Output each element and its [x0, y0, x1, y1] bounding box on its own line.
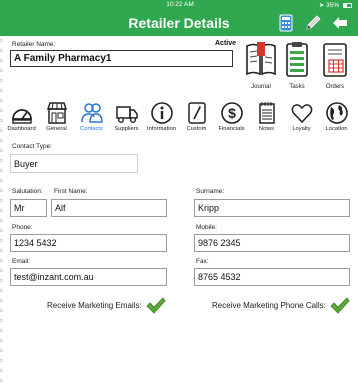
tab-location[interactable]: Location: [319, 100, 354, 134]
orders-icon: [323, 43, 347, 77]
dashboard-icon: [12, 109, 32, 124]
edit-pencil-icon[interactable]: [304, 14, 322, 32]
tab-dashboard[interactable]: Dashboard: [4, 100, 39, 134]
status-bar: 10:22 AM ➤ 35%: [0, 0, 358, 10]
tab-information[interactable]: Information: [144, 100, 179, 134]
battery-icon: [343, 2, 352, 8]
phone-label: Phone:: [12, 224, 33, 231]
svg-text:$: $: [228, 105, 236, 121]
email-label: Email:: [12, 258, 31, 265]
mobile-label: Mobile:: [196, 224, 217, 231]
fax-label: Fax:: [196, 258, 209, 265]
globe-icon: [326, 102, 348, 124]
tasks-button[interactable]: Tasks: [279, 40, 315, 96]
tab-general[interactable]: General: [39, 100, 74, 134]
status-indicators: ➤ 35%: [319, 1, 352, 9]
truck-icon: [116, 106, 138, 124]
back-arrow-icon[interactable]: [331, 14, 349, 32]
surname-label: Surname:: [196, 188, 225, 195]
tab-custom[interactable]: Custom: [179, 100, 214, 134]
custom-icon: [188, 102, 206, 124]
orders-button[interactable]: Orders: [317, 40, 353, 96]
status-badge: Active: [215, 40, 237, 47]
marketing-calls-checkmark-icon[interactable]: [330, 297, 350, 314]
marketing-emails-checkmark-icon[interactable]: [146, 297, 166, 314]
storefront-icon: [46, 102, 68, 124]
status-time: 10:22 AM: [166, 1, 194, 8]
fax-field[interactable]: 8765 4532: [194, 268, 350, 286]
battery-percent: 35%: [326, 2, 340, 9]
dollar-icon: $: [221, 102, 243, 124]
tab-notes[interactable]: Notes: [249, 100, 284, 134]
calculator-icon[interactable]: [277, 14, 295, 32]
email-field[interactable]: test@inzant.com.au: [10, 268, 167, 286]
first-name-field[interactable]: Alf: [51, 199, 167, 217]
mobile-field[interactable]: 9876 2345: [194, 234, 350, 252]
tool-label: Tasks: [289, 84, 305, 90]
surname-field[interactable]: Kripp: [194, 199, 350, 217]
info-icon: [151, 102, 173, 124]
journal-button[interactable]: Journal: [243, 40, 279, 96]
phone-field[interactable]: 1234 5432: [10, 234, 167, 252]
tab-suppliers[interactable]: Suppliers: [109, 100, 144, 134]
marketing-calls-label: Receive Marketing Phone Calls:: [212, 301, 326, 310]
salutation-label: Salutation:: [12, 188, 43, 195]
section-tab-bar: Dashboard General Contacts Suppliers Inf…: [4, 100, 358, 134]
retailer-name-field[interactable]: A Family Pharmacy1: [10, 50, 233, 67]
contacts-icon: [81, 103, 103, 123]
notes-icon: [259, 102, 275, 124]
notebook-spiral: ɔɔɔɔ ɔɔɔɔ ɔɔɔɔ ɔɔɔɔ ɔɔɔɔ ɔɔɔɔ ɔɔɔɔ ɔɔɔɔ …: [0, 38, 3, 384]
nav-bar: Retailer Details: [0, 10, 358, 36]
heart-icon: [291, 104, 313, 124]
tab-label: Location: [325, 126, 348, 132]
retailer-name-label: Retailer Name:: [12, 41, 56, 48]
tool-label: Journal: [251, 84, 271, 90]
marketing-emails-label: Receive Marketing Emails:: [47, 301, 142, 310]
contact-type-field[interactable]: Buyer: [10, 154, 138, 173]
tasks-icon: [286, 42, 308, 77]
tab-contacts[interactable]: Contacts: [74, 100, 109, 134]
tab-financials[interactable]: $ Financials: [214, 100, 249, 134]
contact-type-label: Contact Type:: [12, 143, 52, 150]
first-name-label: First Name:: [54, 188, 88, 195]
journal-icon: [246, 42, 276, 76]
tool-label: Orders: [325, 84, 345, 90]
location-arrow-icon: ➤: [318, 2, 325, 9]
salutation-field[interactable]: Mr: [10, 199, 47, 217]
tab-loyalty[interactable]: Loyalty: [284, 100, 319, 134]
